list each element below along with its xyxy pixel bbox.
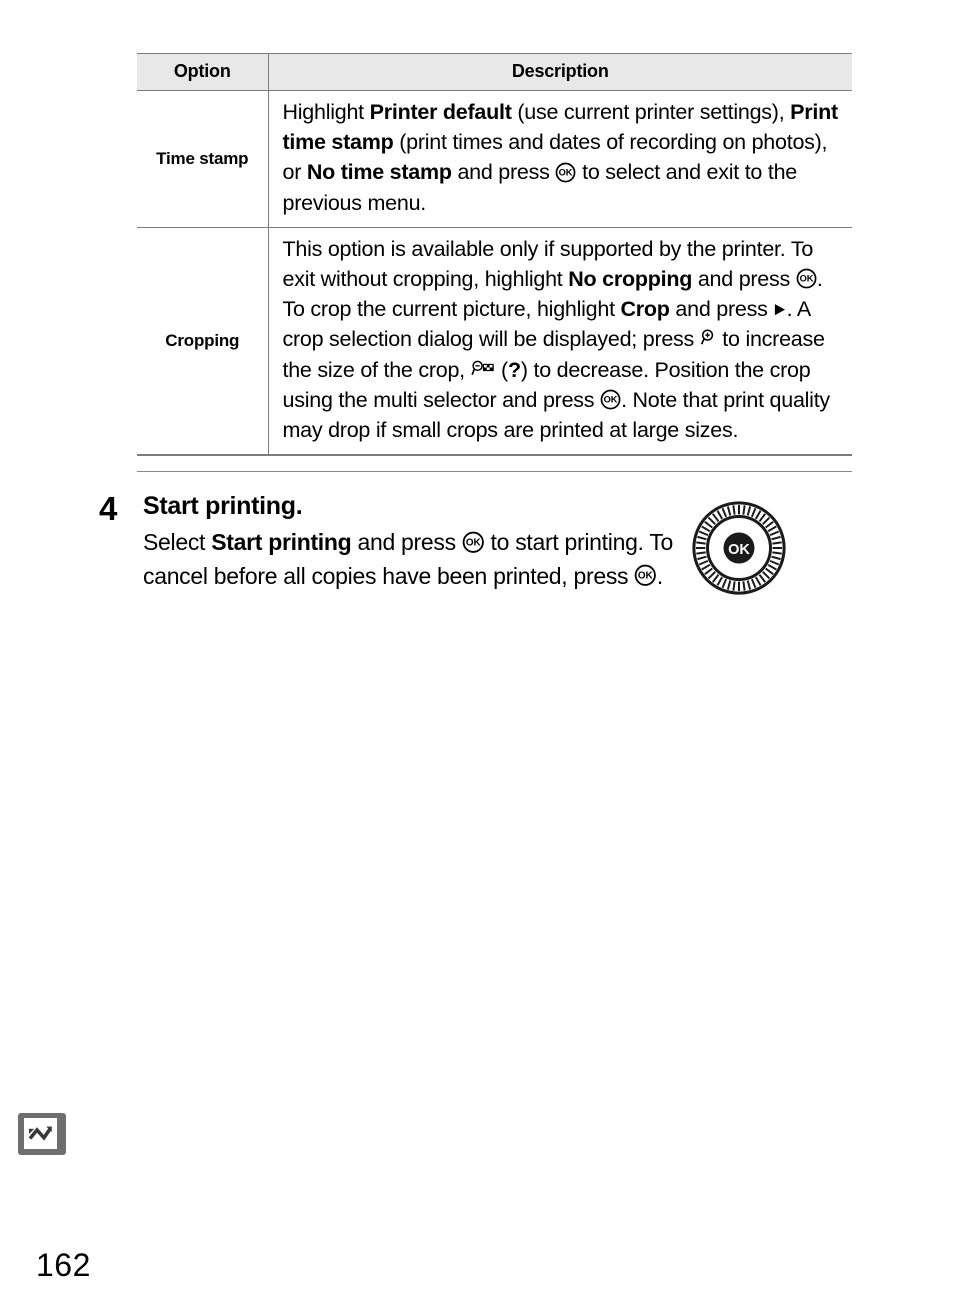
chapter-tab-marker [18, 1113, 66, 1155]
body-text: Select [143, 529, 212, 555]
zoom-in-icon [700, 328, 717, 346]
page-number: 162 [36, 1247, 91, 1283]
emphasis-text: ? [507, 357, 521, 382]
ok-button-icon: OK [555, 162, 576, 183]
svg-text:OK: OK [559, 167, 573, 177]
svg-text:OK: OK [466, 537, 482, 548]
table-header: Option Description [137, 53, 852, 91]
emphasis-text: Start printing [211, 529, 352, 555]
column-header-option: Option [137, 53, 269, 91]
dial-ok-label: OK [728, 542, 750, 558]
table-row: Cropping This option is available only i… [137, 227, 852, 457]
body-text: . [656, 562, 663, 589]
body-text: ( [495, 357, 508, 382]
options-table: Option Description Time stamp Highlight … [137, 53, 852, 457]
body-text: Highlight [282, 100, 370, 124]
body-text: and press [351, 529, 462, 555]
table-row: Time stamp Highlight Printer default (us… [137, 90, 852, 228]
emphasis-text: Printer default [369, 100, 512, 124]
option-name-cell: Cropping [137, 227, 269, 457]
step-title: Start printing. [143, 492, 303, 520]
option-description-cell: Highlight Printer default (use current p… [268, 90, 852, 228]
emphasis-text: No cropping [568, 267, 693, 292]
section-divider-rule [137, 471, 852, 472]
body-text: and press [669, 297, 774, 322]
option-description-cell: This option is available only if support… [268, 227, 852, 457]
svg-text:OK: OK [604, 394, 618, 404]
emphasis-text: No time stamp [306, 160, 452, 185]
ok-button-icon: OK [796, 268, 817, 289]
body-text: and press [692, 267, 796, 292]
svg-text:OK: OK [799, 274, 813, 284]
svg-text:OK: OK [638, 571, 654, 582]
option-name-cell: Time stamp [137, 90, 269, 228]
emphasis-text: Crop [620, 297, 670, 322]
body-text: and press [451, 160, 556, 185]
column-header-description: Description [268, 53, 852, 91]
table-body: Time stamp Highlight Printer default (us… [137, 90, 852, 457]
zigzag-arrow-icon [24, 1118, 57, 1149]
right-arrow-icon [773, 303, 786, 316]
table-header-row: Option Description [137, 53, 852, 91]
ok-button-icon: OK [462, 531, 485, 554]
step-body: Start printing. Select Start printing an… [143, 490, 679, 593]
ok-button-icon: OK [634, 564, 657, 587]
body-text: (use current printer settings), [511, 100, 791, 124]
step-number: 4 [99, 490, 118, 527]
step-description: Select Start printing and press OK to st… [143, 526, 679, 593]
zoom-out-thumbnail-icon [470, 359, 496, 377]
ok-button-icon: OK [600, 389, 621, 410]
step-4-block: 4 Start printing. Select Start printing … [99, 490, 679, 593]
multi-selector-ok-dial-illustration: OK [692, 501, 786, 595]
dial-graphic: OK [692, 501, 786, 595]
